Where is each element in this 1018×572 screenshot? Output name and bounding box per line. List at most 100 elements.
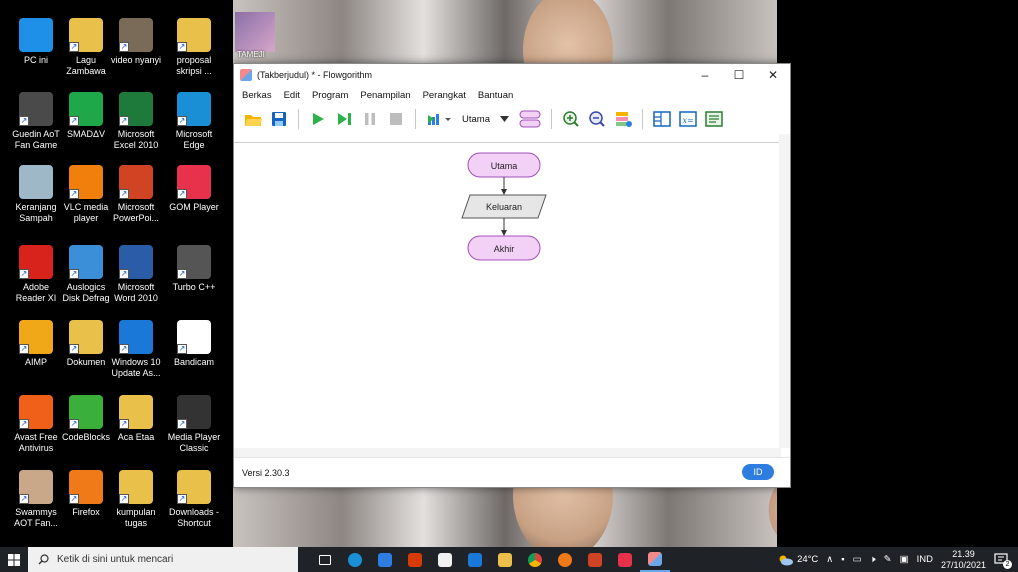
desktop-icon[interactable]: ↗ proposal skripsi ...: [166, 18, 222, 77]
desktop-icon-label: PC ini: [23, 55, 48, 65]
save-icon: [272, 112, 286, 126]
version-label: Versi 2.30.3: [242, 467, 290, 478]
menu-penampilan[interactable]: Penampilan: [360, 90, 410, 101]
zoom-out-button[interactable]: [586, 108, 608, 130]
shortcut-arrow-icon: ↗: [119, 42, 129, 52]
desktop-icon[interactable]: ↗ Downloads - Shortcut: [166, 470, 222, 529]
close-button[interactable]: ✕: [756, 64, 790, 86]
flowchart-end-label: Akhir: [494, 244, 515, 254]
desktop-icon[interactable]: ↗ Microsoft Excel 2010: [108, 92, 164, 151]
desktop-icon-label: Microsoft Word 2010: [114, 282, 158, 303]
shortcut-arrow-icon: ↗: [119, 116, 129, 126]
open-button[interactable]: [242, 108, 264, 130]
taskbar-calendar[interactable]: [460, 547, 490, 572]
menu-edit[interactable]: Edit: [284, 90, 300, 101]
weather-widget[interactable]: 24°C: [777, 554, 818, 566]
desktop-icon[interactable]: ↗ GOM Player: [166, 165, 222, 213]
step-button[interactable]: [333, 108, 355, 130]
input-icon[interactable]: ▣: [900, 554, 909, 565]
desktop-icon[interactable]: ↗ Firefox: [58, 470, 114, 518]
menu-bantuan[interactable]: Bantuan: [478, 90, 513, 101]
desktop-icon[interactable]: ↗ Swammys AOT Fan...: [8, 470, 64, 529]
desktop-icon[interactable]: ↗ AIMP: [8, 320, 64, 368]
desktop-icon[interactable]: ↗ Microsoft PowerPoi...: [108, 165, 164, 224]
network-icon[interactable]: ▪: [841, 554, 844, 565]
stop-button[interactable]: [385, 108, 407, 130]
language-indicator[interactable]: IND: [917, 554, 933, 565]
language-badge[interactable]: ID: [742, 464, 774, 480]
desktop-icon[interactable]: PC ini: [8, 18, 64, 66]
desktop-icon[interactable]: ↗ Auslogics Disk Defrag: [58, 245, 114, 304]
desktop-icon[interactable]: ↗ Adobe Reader XI: [8, 245, 64, 304]
volume-icon[interactable]: 🕨: [870, 554, 876, 565]
video-icon: ↗: [119, 18, 153, 52]
desktop-icon[interactable]: ↗ Lagu Zambawa: [58, 18, 114, 77]
function-select[interactable]: Utama: [458, 109, 513, 129]
menu-berkas[interactable]: Berkas: [242, 90, 272, 101]
desktop-icon[interactable]: ↗ Bandicam: [166, 320, 222, 368]
desktop-icon[interactable]: Keranjang Sampah: [8, 165, 64, 224]
taskbar-mail[interactable]: [370, 547, 400, 572]
game-icon: ↗: [19, 92, 53, 126]
pause-button[interactable]: [359, 108, 381, 130]
desktop-icon[interactable]: ↗ VLC media player: [58, 165, 114, 224]
taskbar-gom[interactable]: [610, 547, 640, 572]
vertical-scrollbar[interactable]: [779, 134, 790, 448]
maximize-button[interactable]: ☐: [722, 64, 756, 86]
shortcut-arrow-icon: ↗: [177, 42, 187, 52]
taskbar-powerpoint[interactable]: [580, 547, 610, 572]
taskbar-chrome[interactable]: [520, 547, 550, 572]
desktop-icon[interactable]: ↗ Aca Etaa: [108, 395, 164, 443]
speed-button[interactable]: [424, 108, 454, 130]
desktop-icon[interactable]: ↗ Media Player Classic: [166, 395, 222, 454]
taskbar-store[interactable]: [430, 547, 460, 572]
taskbar-search[interactable]: Ketik di sini untuk mencari: [28, 547, 298, 572]
chevron-up-icon[interactable]: ∧: [826, 554, 833, 565]
panels-button[interactable]: [651, 108, 673, 130]
taskbar: Ketik di sini untuk mencari 24°C ∧ ▪ ▭ 🕨…: [0, 547, 1018, 572]
taskbar-flowgorithm[interactable]: [640, 547, 670, 572]
desktop-icon-label: Aca Etaa: [117, 432, 155, 442]
minimize-button[interactable]: –: [688, 64, 722, 86]
desktop-icon[interactable]: ↗ SMADΔV: [58, 92, 114, 140]
desktop-icon-label: Dokumen: [66, 357, 106, 367]
desktop-icon[interactable]: ↗ kumpulan tugas: [108, 470, 164, 529]
zoom-in-button[interactable]: [560, 108, 582, 130]
variables-button[interactable]: x=: [677, 108, 699, 130]
desktop-icon[interactable]: ↗ video nyanyi: [108, 18, 164, 66]
shortcut-arrow-icon: ↗: [69, 42, 79, 52]
battery-icon[interactable]: ▭: [853, 554, 862, 565]
desktop-icon[interactable]: ↗ Turbo C++: [166, 245, 222, 293]
layout-button[interactable]: [612, 108, 634, 130]
desktop-icon[interactable]: ↗ Avast Free Antivirus: [8, 395, 64, 454]
pen-icon[interactable]: ✎: [884, 554, 892, 565]
menu-program[interactable]: Program: [312, 90, 348, 101]
flowchart-canvas[interactable]: Utama Keluaran Akhir: [234, 142, 781, 448]
shortcut-arrow-icon: ↗: [69, 419, 79, 429]
desktop-icon[interactable]: ↗ Microsoft Edge: [166, 92, 222, 151]
task-view-button[interactable]: [310, 547, 340, 572]
taskbar-office[interactable]: [400, 547, 430, 572]
desktop-icon[interactable]: ↗ Microsoft Word 2010: [108, 245, 164, 304]
taskbar-edge[interactable]: [340, 547, 370, 572]
desktop-icon[interactable]: ↗ CodeBlocks: [58, 395, 114, 443]
flowgorithm-app-icon: [240, 69, 252, 81]
clock[interactable]: 21.39 27/10/2021: [941, 549, 986, 571]
console-button[interactable]: [703, 108, 725, 130]
desktop-icon[interactable]: ↗ Guedin AoT Fan Game: [8, 92, 64, 151]
menu-perangkat[interactable]: Perangkat: [423, 90, 466, 101]
desktop-icon-label: AIMP: [24, 357, 47, 367]
taskbar-firefox[interactable]: [550, 547, 580, 572]
run-button[interactable]: [307, 108, 329, 130]
shortcut-arrow-icon: ↗: [19, 419, 29, 429]
add-function-button[interactable]: [517, 108, 543, 130]
desktop-icon[interactable]: ↗ Dokumen: [58, 320, 114, 368]
start-button[interactable]: [0, 547, 28, 572]
title-bar[interactable]: (Takberjudul) * - Flowgorithm – ☐ ✕: [234, 64, 790, 86]
desktop-icon[interactable]: ↗ Windows 10 Update As...: [108, 320, 164, 379]
taskbar-explorer[interactable]: [490, 547, 520, 572]
notification-button[interactable]: 2: [994, 552, 1012, 569]
edge-icon: [348, 552, 362, 567]
desktop-icon-label: Adobe Reader XI: [15, 282, 57, 303]
save-button[interactable]: [268, 108, 290, 130]
